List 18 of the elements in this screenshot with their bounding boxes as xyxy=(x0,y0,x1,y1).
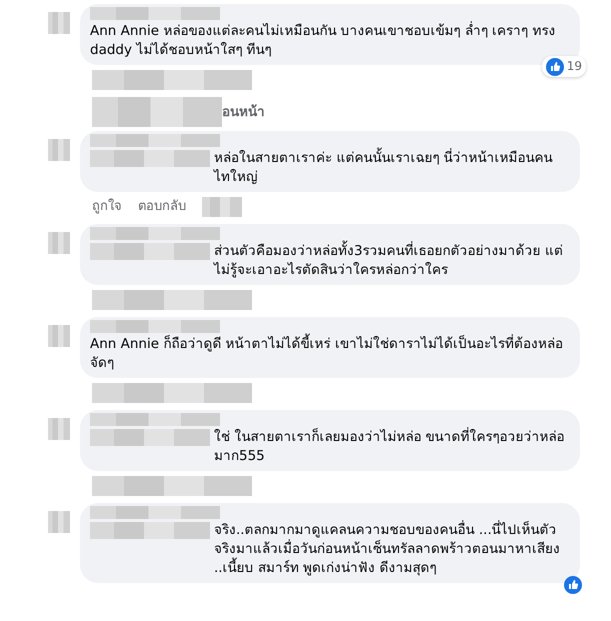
reaction-count: 19 xyxy=(542,56,586,77)
comment-text: ส่วนตัวคือมองว่าหล่อทั้ง3รวมคนที่เธอยกตัวอย่างมาด้วย แต่ไม่รู้จะเอาอะไรตัดสินว่าใครหล่อกว่าใคร xyxy=(214,242,566,280)
like-icon xyxy=(546,58,564,76)
like-icon xyxy=(564,576,582,594)
avatar-blur xyxy=(48,12,70,34)
avatar-blur xyxy=(48,511,70,533)
more-comments-link[interactable]: อนหน้า xyxy=(222,102,265,122)
comment-text: หล่อในสายตาเราค่ะ แต่คนนั้นเราเฉยๆ นี่ว่าหน้าเหมือนคนไทใหญ่ xyxy=(214,149,566,187)
avatar-blur xyxy=(48,418,70,440)
action-link[interactable]: ตอบกลับ xyxy=(138,197,186,217)
comment-text: จริง..ตลกมากมาดูแคลนความชอบของคนอื่น ...นี่ไปเห็นตัวจริงมาแล้วเมื่อวันก่อนหน้าเซ็นทรัลลาดพร้าวตอนมาหาเสียง ..เนี้ยบ สมาร์ท พูดเก่งน่าฟัง ดีงามสุดๆ xyxy=(214,521,561,578)
comment-text: ใช่ ในสายตาเราก็เลยมองว่าไม่หล่อ ขนาดที่ใครๆอวยว่าหล่อมาก555 xyxy=(214,428,566,466)
comment-text: Ann Annie ก็ถือว่าดูดี หน้าตาไม่ได้ขี้เหร่ เขาไม่ใช่ดาราไม่ได้เป็นอะไรที่ต้องหล่อจัดๆ xyxy=(90,335,566,373)
avatar-blur xyxy=(48,232,70,254)
avatar-blur xyxy=(48,139,70,161)
blurred-patch xyxy=(202,197,242,217)
action-link[interactable]: ถูกใจ xyxy=(92,197,122,217)
avatar-blur xyxy=(48,325,70,347)
